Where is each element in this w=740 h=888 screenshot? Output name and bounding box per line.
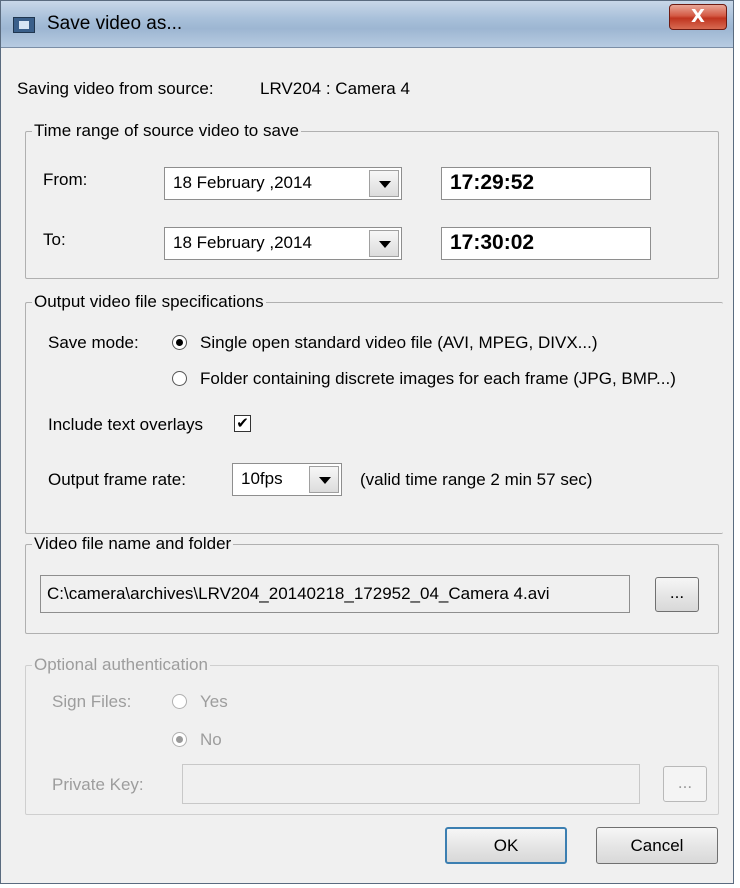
from-time-input[interactable]: 17:29:52	[441, 167, 651, 200]
from-time-value: 17:29:52	[450, 171, 535, 194]
frame-rate-label: Output frame rate:	[48, 470, 186, 489]
close-button[interactable]: X	[669, 4, 727, 30]
private-key-input[interactable]	[182, 764, 640, 804]
sign-no-label[interactable]: No	[200, 730, 222, 750]
sign-files-label: Sign Files:	[52, 692, 132, 711]
to-date-value: 18 February ,2014	[173, 233, 312, 252]
from-date-value: 18 February ,2014	[173, 173, 312, 192]
sign-yes-label[interactable]: Yes	[200, 692, 228, 712]
dialog-title: Save video as...	[47, 13, 183, 34]
sign-yes-radio[interactable]	[172, 694, 187, 709]
browse-file-button[interactable]: ...	[655, 577, 699, 612]
source-value: LRV204 : Camera 4	[260, 79, 410, 98]
from-label: From:	[43, 170, 88, 189]
overlays-label: Include text overlays	[48, 415, 203, 434]
include-overlays-checkbox[interactable]: ✔	[234, 415, 251, 432]
to-time-input[interactable]: 17:30:02	[441, 227, 651, 260]
auth-group-title: Optional authentication	[32, 655, 210, 675]
app-window-icon	[13, 17, 35, 33]
to-date-combo[interactable]: 18 February ,2014	[164, 227, 402, 260]
chevron-down-icon[interactable]	[309, 466, 339, 493]
mode-image-folder-label[interactable]: Folder containing discrete images for ea…	[200, 369, 676, 389]
output-spec-group-title: Output video file specifications	[32, 292, 266, 312]
from-date-combo[interactable]: 18 February ,2014	[164, 167, 402, 200]
auth-group: Optional authentication Sign Files: Yes …	[25, 655, 719, 815]
mode-single-file-label[interactable]: Single open standard video file (AVI, MP…	[200, 333, 597, 353]
file-group-title: Video file name and folder	[32, 534, 234, 554]
file-group: Video file name and folder C:\camera\arc…	[25, 534, 719, 634]
frame-rate-value: 10fps	[241, 469, 283, 488]
cancel-button[interactable]: Cancel	[596, 827, 718, 864]
sign-no-radio[interactable]	[172, 732, 187, 747]
valid-range-text: (valid time range 2 min 57 sec)	[360, 470, 593, 489]
file-path-input[interactable]: C:\camera\archives\LRV204_20140218_17295…	[40, 575, 630, 613]
chevron-down-icon[interactable]	[369, 230, 399, 257]
output-spec-group: Output video file specifications Save mo…	[25, 292, 723, 534]
browse-key-button[interactable]: ...	[663, 766, 707, 802]
ok-button[interactable]: OK	[445, 827, 567, 864]
dialog-body: Saving video from source: LRV204 : Camer…	[9, 57, 727, 877]
to-time-value: 17:30:02	[450, 231, 535, 254]
source-label: Saving video from source:	[17, 79, 214, 98]
save-video-dialog: Save video as... X Saving video from sou…	[0, 0, 734, 884]
time-range-group-title: Time range of source video to save	[32, 121, 301, 141]
private-key-label: Private Key:	[52, 775, 144, 794]
mode-image-folder-radio[interactable]	[172, 371, 187, 386]
frame-rate-combo[interactable]: 10fps	[232, 463, 342, 496]
to-label: To:	[43, 230, 66, 249]
chevron-down-icon[interactable]	[369, 170, 399, 197]
mode-single-file-radio[interactable]	[172, 335, 187, 350]
save-mode-label: Save mode:	[48, 333, 139, 352]
file-path-value: C:\camera\archives\LRV204_20140218_17295…	[47, 584, 550, 603]
title-bar[interactable]: Save video as... X	[1, 1, 733, 48]
time-range-group: Time range of source video to save From:…	[25, 121, 719, 279]
